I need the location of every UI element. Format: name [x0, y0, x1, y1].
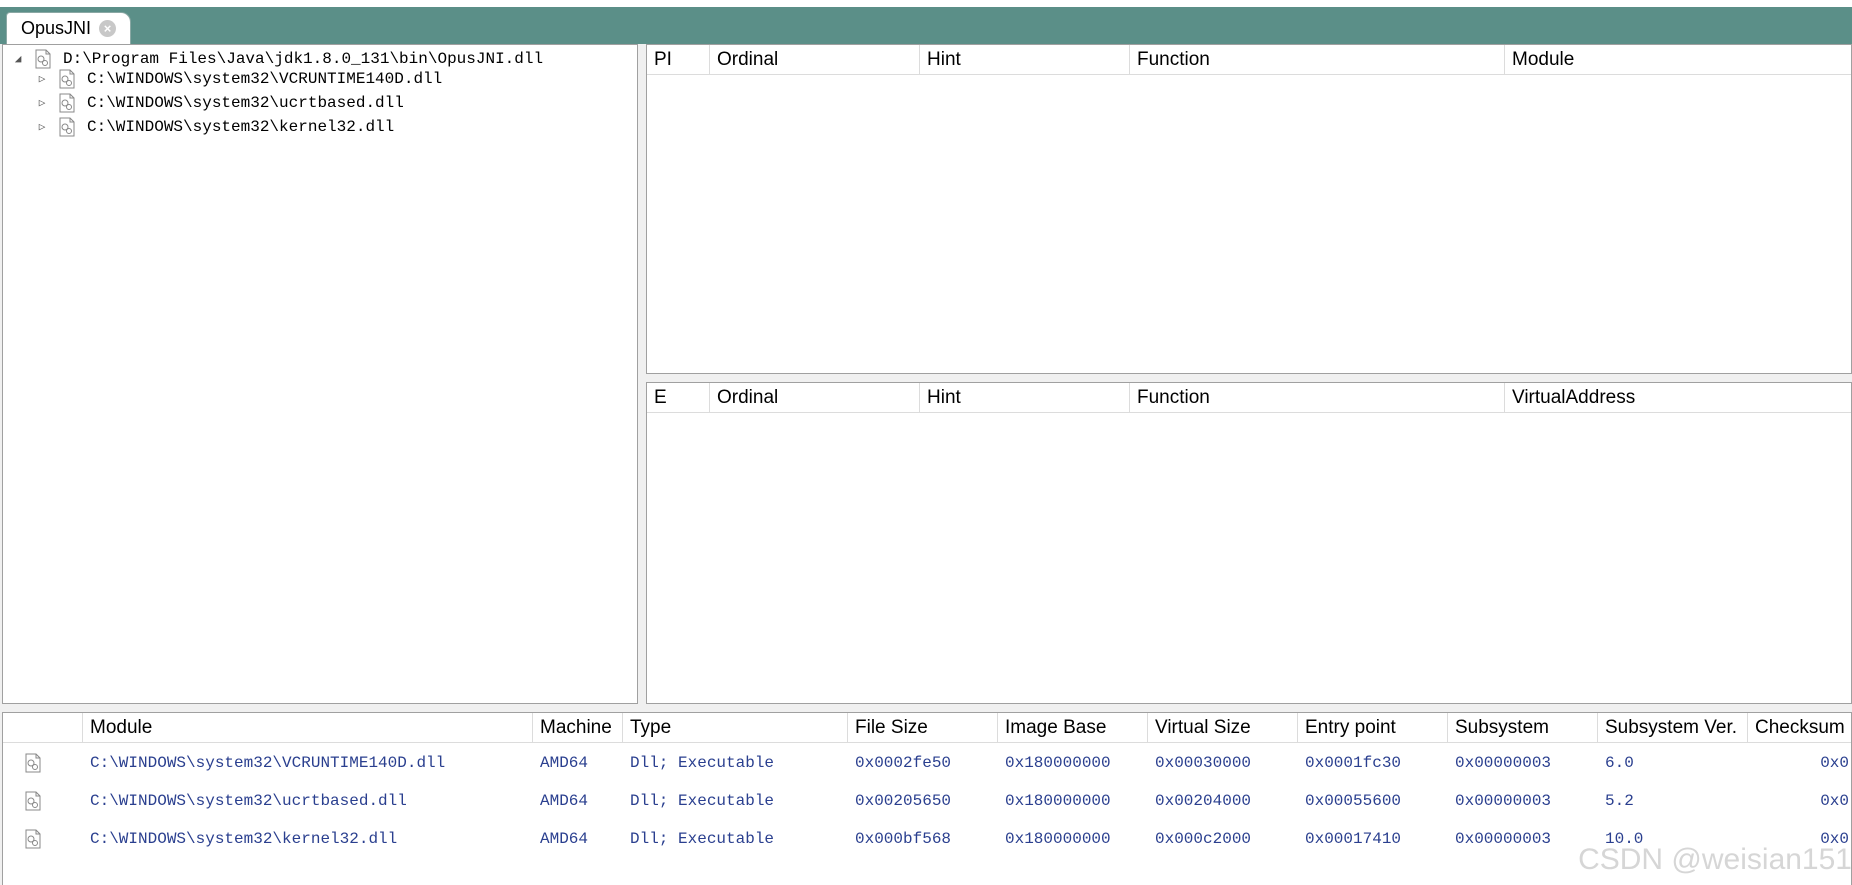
cell-module: C:\WINDOWS\system32\ucrtbased.dll [90, 792, 407, 810]
cell-checksum: 0x0 [1820, 754, 1849, 772]
column-header-ordinal[interactable]: Ordinal [710, 45, 920, 74]
cell-subsystem-ver: 6.0 [1605, 754, 1634, 772]
tree-item[interactable]: ▷ C:\WINDOWS\system32\kernel32.dll [35, 115, 394, 139]
dll-file-icon [25, 753, 41, 777]
exports-header: E Ordinal Hint Function VirtualAddress [647, 383, 1851, 413]
expanded-arrow-icon[interactable]: ◢ [11, 52, 25, 66]
column-header-subsystem-ver[interactable]: Subsystem Ver. [1598, 713, 1748, 742]
tree-item-label: C:\WINDOWS\system32\VCRUNTIME140D.dll [87, 70, 443, 88]
modules-header: Module Machine Type File Size Image Base… [3, 713, 1851, 743]
cell-module: C:\WINDOWS\system32\VCRUNTIME140D.dll [90, 754, 446, 772]
cell-virtual-size: 0x00030000 [1155, 754, 1252, 772]
column-header-e[interactable]: E [647, 383, 710, 412]
dll-file-icon [59, 69, 77, 89]
tree-item[interactable]: ▷ C:\WINDOWS\system32\VCRUNTIME140D.dll [35, 67, 442, 91]
dependency-tree[interactable]: ◢ D:\Program Files\Java\jdk1.8.0_131\bin… [2, 44, 638, 704]
cell-type: Dll; Executable [630, 830, 775, 848]
column-header-image-base[interactable]: Image Base [998, 713, 1148, 742]
exports-table[interactable]: E Ordinal Hint Function VirtualAddress [646, 382, 1852, 704]
column-header-module[interactable]: Module [83, 713, 533, 742]
imports-header: PI Ordinal Hint Function Module [647, 45, 1851, 75]
cell-subsystem-ver: 5.2 [1605, 792, 1634, 810]
cell-machine: AMD64 [540, 830, 589, 848]
dll-file-icon [35, 49, 53, 69]
cell-entry-point: 0x00017410 [1305, 830, 1402, 848]
dll-file-icon [59, 93, 77, 113]
collapsed-arrow-icon[interactable]: ▷ [35, 120, 49, 134]
tab-label: OpusJNI [21, 18, 92, 38]
table-row[interactable]: C:\WINDOWS\system32\VCRUNTIME140D.dll AM… [3, 745, 1851, 781]
collapsed-arrow-icon[interactable]: ▷ [35, 72, 49, 86]
column-header-type[interactable]: Type [623, 713, 848, 742]
cell-machine: AMD64 [540, 792, 589, 810]
tree-item-label: D:\Program Files\Java\jdk1.8.0_131\bin\O… [63, 50, 544, 68]
watermark: CSDN @weisian151 [1578, 843, 1852, 876]
cell-file-size: 0x0002fe50 [855, 754, 952, 772]
cell-entry-point: 0x00055600 [1305, 792, 1402, 810]
column-header-subsystem[interactable]: Subsystem [1448, 713, 1598, 742]
cell-virtual-size: 0x00204000 [1155, 792, 1252, 810]
column-header-icon[interactable] [3, 713, 83, 742]
tree-item-label: C:\WINDOWS\system32\ucrtbased.dll [87, 94, 404, 112]
column-header-file-size[interactable]: File Size [848, 713, 998, 742]
dll-file-icon [25, 829, 41, 853]
cell-image-base: 0x180000000 [1005, 754, 1111, 772]
tree-item-label: C:\WINDOWS\system32\kernel32.dll [87, 118, 395, 136]
dll-file-icon [59, 117, 77, 137]
cell-module: C:\WINDOWS\system32\kernel32.dll [90, 830, 398, 848]
collapsed-arrow-icon[interactable]: ▷ [35, 96, 49, 110]
cell-type: Dll; Executable [630, 792, 775, 810]
cell-type: Dll; Executable [630, 754, 775, 772]
table-row[interactable]: C:\WINDOWS\system32\kernel32.dll AMD64 D… [3, 821, 1851, 857]
column-header-pi[interactable]: PI [647, 45, 710, 74]
column-header-machine[interactable]: Machine [533, 713, 623, 742]
cell-subsystem: 0x00000003 [1455, 830, 1552, 848]
dll-file-icon [25, 791, 41, 815]
column-header-hint[interactable]: Hint [920, 383, 1130, 412]
cell-subsystem: 0x00000003 [1455, 792, 1552, 810]
column-header-entry-point[interactable]: Entry point [1298, 713, 1448, 742]
modules-table[interactable]: Module Machine Type File Size Image Base… [2, 712, 1852, 885]
cell-entry-point: 0x0001fc30 [1305, 754, 1402, 772]
table-row[interactable]: C:\WINDOWS\system32\ucrtbased.dll AMD64 … [3, 783, 1851, 819]
tab-opusjni[interactable]: OpusJNI × [6, 12, 131, 44]
column-header-ordinal[interactable]: Ordinal [710, 383, 920, 412]
tab-bar [0, 7, 1852, 44]
cell-checksum: 0x0 [1820, 792, 1849, 810]
top-strip [0, 0, 1852, 7]
cell-file-size: 0x00205650 [855, 792, 952, 810]
cell-image-base: 0x180000000 [1005, 792, 1111, 810]
column-header-hint[interactable]: Hint [920, 45, 1130, 74]
cell-image-base: 0x180000000 [1005, 830, 1111, 848]
column-header-virtual-size[interactable]: Virtual Size [1148, 713, 1298, 742]
cell-file-size: 0x000bf568 [855, 830, 952, 848]
cell-subsystem: 0x00000003 [1455, 754, 1552, 772]
column-header-virtualaddress[interactable]: VirtualAddress [1505, 383, 1851, 412]
column-header-checksum[interactable]: Checksum [1748, 713, 1851, 742]
tree-item[interactable]: ▷ C:\WINDOWS\system32\ucrtbased.dll [35, 91, 404, 115]
cell-machine: AMD64 [540, 754, 589, 772]
cell-virtual-size: 0x000c2000 [1155, 830, 1252, 848]
column-header-module[interactable]: Module [1505, 45, 1851, 74]
imports-table[interactable]: PI Ordinal Hint Function Module [646, 44, 1852, 374]
column-header-function[interactable]: Function [1130, 45, 1505, 74]
column-header-function[interactable]: Function [1130, 383, 1505, 412]
close-icon[interactable]: × [99, 20, 117, 37]
